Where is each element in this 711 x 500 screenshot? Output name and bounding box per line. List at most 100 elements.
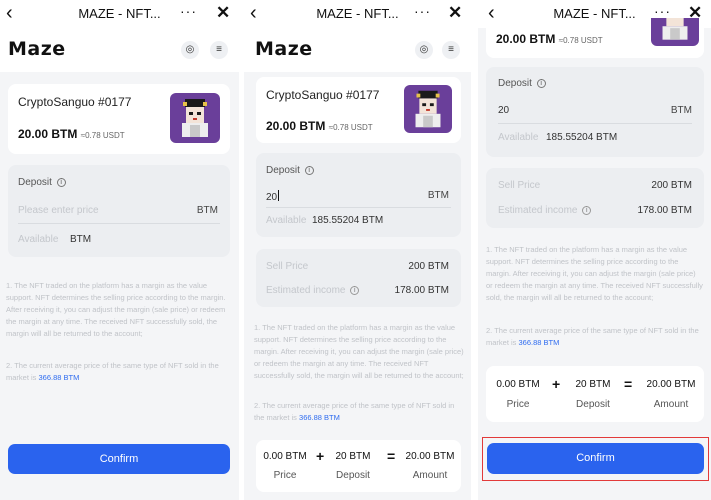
summary-amount-label: Amount — [653, 399, 689, 410]
nft-price-value: 20.00 BTM — [496, 32, 556, 46]
menu-icon[interactable]: ≡ — [442, 41, 460, 59]
deposit-box: Deposit i 20 BTM Available 185.55204 BTM — [256, 153, 461, 237]
confirm-button[interactable]: Confirm — [487, 443, 704, 474]
income-label-text: Estimated income — [498, 205, 578, 216]
info-icon[interactable]: i — [582, 206, 592, 215]
divider — [498, 123, 692, 124]
average-price-link[interactable]: 366.88 BTM — [39, 373, 80, 382]
sell-box: Sell Price 200 BTM Estimated income i 17… — [256, 249, 461, 307]
deposit-currency: BTM — [427, 190, 449, 201]
deposit-input[interactable]: 20 — [266, 190, 280, 203]
top-bar: ‹ MAZE - NFT... ··· ✕ — [244, 0, 471, 28]
income-label: Estimated income i — [266, 285, 360, 296]
average-price-link[interactable]: 366.88 BTM — [299, 413, 340, 422]
more-icon[interactable]: ··· — [180, 3, 197, 19]
available-value: 185.55204 BTM — [546, 132, 618, 143]
summary-deposit-label: Deposit — [576, 399, 610, 410]
globe-icon[interactable]: ◎ — [415, 41, 433, 59]
confirm-button[interactable]: Confirm — [8, 444, 230, 474]
menu-icon[interactable]: ≡ — [210, 41, 228, 59]
equals-sign: = — [624, 376, 633, 392]
plus-sign: + — [316, 448, 325, 464]
info-icon[interactable]: i — [350, 286, 360, 295]
window-title: MAZE - NFT... — [78, 6, 161, 21]
note-2: 2. The current average price of the same… — [254, 400, 464, 424]
available-label: Available — [266, 215, 307, 226]
summary-deposit-label: Deposit — [336, 470, 370, 481]
close-icon[interactable]: ✕ — [448, 3, 462, 23]
note-2: 2. The current average price of the same… — [486, 325, 704, 349]
note-1: 1. The NFT traded on the platform has a … — [254, 323, 464, 380]
deposit-input[interactable]: Please enter price — [18, 205, 99, 216]
nft-price-usdt: ≈0.78 USDT — [80, 131, 125, 140]
deposit-currency: BTM — [670, 105, 692, 116]
window-title: MAZE - NFT... — [316, 6, 399, 21]
available-value: 185.55204 BTM — [312, 215, 384, 226]
summary-deposit-value: 20 BTM — [575, 379, 611, 390]
brand-row: Maze ◎ ≡ — [244, 28, 471, 72]
nft-avatar — [404, 85, 452, 133]
deposit-input[interactable]: 20 — [498, 105, 509, 116]
nft-card: CryptoSanguo #0177 20.00 BTM ≈0.78 USDT — [8, 84, 230, 154]
nft-card: 20.00 BTM ≈0.78 USDT — [486, 18, 704, 58]
nft-name: CryptoSanguo #0177 — [266, 88, 380, 102]
summary-card: 0.00 BTM Price + 20 BTM Deposit = 20.00 … — [486, 366, 704, 422]
deposit-box: Deposit i Please enter price BTM Availab… — [8, 165, 230, 257]
available-label: Available — [498, 132, 539, 143]
nft-avatar — [170, 93, 220, 143]
income-label-text: Estimated income — [266, 285, 346, 296]
sell-box: Sell Price 200 BTM Estimated income i 17… — [486, 168, 704, 228]
text-caret — [278, 190, 280, 201]
nft-price: 20.00 BTM ≈0.78 USDT — [18, 127, 125, 141]
deposit-label-text: Deposit — [498, 78, 532, 89]
summary-price-label: Price — [506, 399, 530, 410]
globe-icon[interactable]: ◎ — [181, 41, 199, 59]
summary-price-value: 0.00 BTM — [496, 379, 540, 390]
summary-amount-label: Amount — [412, 470, 448, 481]
sell-price-label: Sell Price — [498, 180, 541, 191]
summary-amount-value: 20.00 BTM — [405, 451, 455, 462]
deposit-label: Deposit i — [266, 165, 314, 176]
income-value: 178.00 BTM — [637, 205, 692, 216]
equals-sign: = — [387, 448, 396, 464]
summary-price-value: 0.00 BTM — [263, 451, 307, 462]
note-2-text: 2. The current average price of the same… — [254, 401, 455, 422]
brand-logo: Maze — [255, 38, 313, 60]
screen-scrolled: ‹ MAZE - NFT... ··· ✕ 20.00 BTM ≈0.78 US… — [478, 0, 711, 500]
nft-price-usdt: ≈0.78 USDT — [328, 123, 373, 132]
nft-card: CryptoSanguo #0177 20.00 BTM ≈0.78 USDT — [256, 77, 461, 143]
top-bar: ‹ MAZE - NFT... ··· ✕ — [0, 0, 239, 28]
info-icon[interactable]: i — [304, 166, 314, 175]
divider — [266, 207, 451, 208]
note-1: 1. The NFT traded on the platform has a … — [486, 245, 703, 302]
sell-price-value: 200 BTM — [408, 261, 449, 272]
note-1: 1. The NFT traded on the platform has a … — [6, 281, 226, 338]
more-icon[interactable]: ··· — [414, 3, 431, 19]
deposit-label-text: Deposit — [18, 177, 52, 188]
note-2: 2. The current average price of the same… — [6, 360, 228, 384]
more-icon[interactable]: ··· — [654, 3, 671, 19]
screen-entering: ‹ MAZE - NFT... ··· ✕ Maze ◎ ≡ CryptoSan… — [244, 0, 471, 500]
nft-price-value: 20.00 BTM — [18, 127, 78, 141]
deposit-box: Deposit i 20 BTM Available 185.55204 BTM — [486, 67, 704, 157]
available-label: Available — [18, 234, 59, 245]
summary-amount-value: 20.00 BTM — [646, 379, 696, 390]
nft-price: 20.00 BTM ≈0.78 USDT — [496, 32, 603, 46]
average-price-link[interactable]: 366.88 BTM — [519, 338, 560, 347]
close-icon[interactable]: ✕ — [216, 3, 230, 23]
info-icon[interactable]: i — [536, 79, 546, 88]
income-value: 178.00 BTM — [394, 285, 449, 296]
summary-deposit-value: 20 BTM — [335, 451, 371, 462]
nft-name: CryptoSanguo #0177 — [18, 95, 132, 109]
deposit-currency: BTM — [196, 205, 218, 216]
summary-price-label: Price — [273, 470, 297, 481]
info-icon[interactable]: i — [56, 178, 66, 187]
plus-sign: + — [552, 376, 561, 392]
nft-avatar — [651, 18, 699, 46]
deposit-label-text: Deposit — [266, 165, 300, 176]
nft-price-value: 20.00 BTM — [266, 119, 326, 133]
screens-stage: ‹ MAZE - NFT... ··· ✕ Maze ◎ ≡ CryptoSan… — [0, 0, 711, 500]
sell-price-label: Sell Price — [266, 261, 309, 272]
brand-row: Maze ◎ ≡ — [0, 28, 239, 72]
nft-price: 20.00 BTM ≈0.78 USDT — [266, 119, 373, 133]
